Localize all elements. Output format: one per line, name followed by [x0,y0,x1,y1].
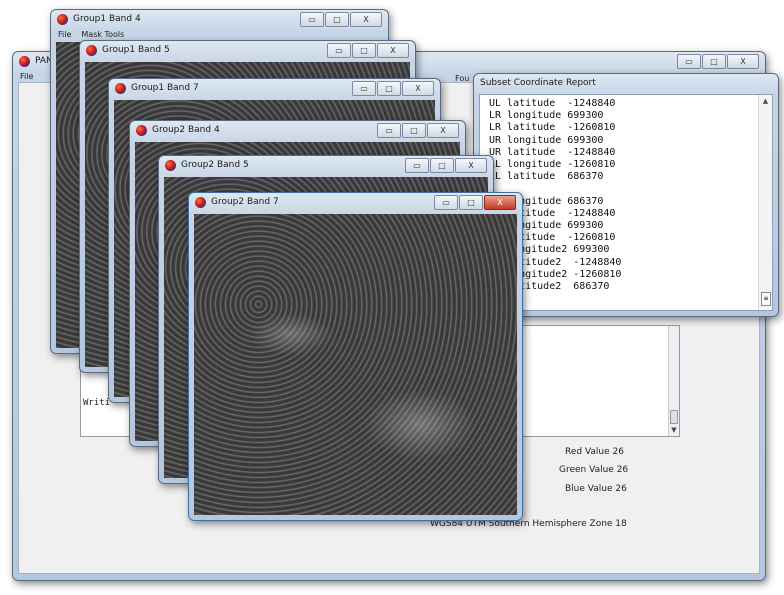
app-icon [19,56,30,67]
app-icon [57,14,68,25]
maximize-button[interactable]: □ [325,12,349,27]
window-controls: ▭ □ X [300,12,382,27]
red-value-label: Red Value 26 [565,447,624,457]
minimize-button[interactable]: ▭ [434,195,458,210]
band-window-title: Group2 Band 4 [152,125,220,135]
report-line: UR latitude -1248840 [489,146,616,158]
close-button[interactable]: X [377,43,409,58]
band-window-title: Group1 Band 5 [102,45,170,55]
band-title-bar[interactable]: Group2 Band 4 ▭ □ X [130,121,465,141]
window-controls: ▭ □ X [434,195,516,210]
maximize-button[interactable]: □ [377,81,401,96]
band-window-title: Group2 Band 7 [211,197,279,207]
band-title-bar[interactable]: Group1 Band 5 ▭ □ X [80,41,415,61]
main-window-controls: ▭ □ X [677,54,759,69]
band-title-bar[interactable]: Group1 Band 4 ▭ □ X [51,10,388,30]
band-window-title: Group1 Band 4 [73,14,141,24]
app-icon [115,83,126,94]
scroll-thumb[interactable] [670,410,678,424]
minimize-button[interactable]: ▭ [377,123,401,138]
close-button[interactable]: X [350,12,382,27]
band-title-bar[interactable]: Group2 Band 5 ▭ □ X [159,156,493,176]
window-controls: ▭ □ X [352,81,434,96]
close-button[interactable]: X [427,123,459,138]
window-controls: ▭ □ X [327,43,409,58]
minimize-button[interactable]: ▭ [352,81,376,96]
band-window-active: Group2 Band 7 ▭ □ X [188,192,523,521]
minimize-button[interactable]: ▭ [300,12,324,27]
minimize-button[interactable]: ▭ [405,158,429,173]
blue-value-label: Blue Value 26 [565,484,627,494]
satellite-image[interactable] [194,214,517,515]
report-line: UL latitude -1248840 [489,98,616,109]
green-value-label: Green Value 26 [559,465,629,475]
report-line: UR longitude 699300 [489,134,604,146]
app-icon [195,197,206,208]
window-controls: ▭ □ X [377,123,459,138]
scroll-down-arrow-icon[interactable]: ▼ [669,426,679,436]
close-button[interactable]: X [484,195,516,210]
close-button[interactable]: X [402,81,434,96]
report-title: Subset Coordinate Report [480,78,596,88]
report-line: LR longitude 699300 [489,110,604,122]
minimize-button[interactable]: ▭ [327,43,351,58]
window-controls: ▭ □ X [405,158,487,173]
report-text-area[interactable]: ▲ ≡ UL latitude -1248840 LR longitude 699… [479,94,773,311]
maximize-button[interactable]: □ [430,158,454,173]
report-line: LR latitude -1260810 [489,122,616,134]
maximize-button[interactable]: □ [402,123,426,138]
report-scrollbar[interactable]: ▲ ≡ [758,95,772,310]
app-icon [86,45,97,56]
band-window-title: Group1 Band 7 [131,83,199,93]
band-title-bar[interactable]: Group2 Band 7 ▭ □ X [189,193,522,213]
report-line: LL longitude -1260810 [489,159,616,170]
maximize-button[interactable]: □ [459,195,483,210]
close-button[interactable]: X [727,54,759,69]
scroll-up-arrow-icon[interactable]: ▲ [759,97,772,105]
band-title-bar[interactable]: Group1 Band 7 ▭ □ X [109,79,440,99]
log-line: Writi [83,398,111,408]
menu-file[interactable]: File [58,30,71,41]
close-button[interactable]: X [455,158,487,173]
app-icon [165,160,176,171]
maximize-button[interactable]: □ [702,54,726,69]
band-window-title: Group2 Band 5 [181,160,249,170]
log-scrollbar[interactable]: ▼ [668,326,679,436]
maximize-button[interactable]: □ [352,43,376,58]
scroll-grip-icon[interactable]: ≡ [761,292,771,306]
report-title-bar[interactable]: Subset Coordinate Report [474,74,778,94]
app-icon [136,125,147,136]
minimize-button[interactable]: ▭ [677,54,701,69]
report-line: LL latitude 686370 [489,171,604,183]
